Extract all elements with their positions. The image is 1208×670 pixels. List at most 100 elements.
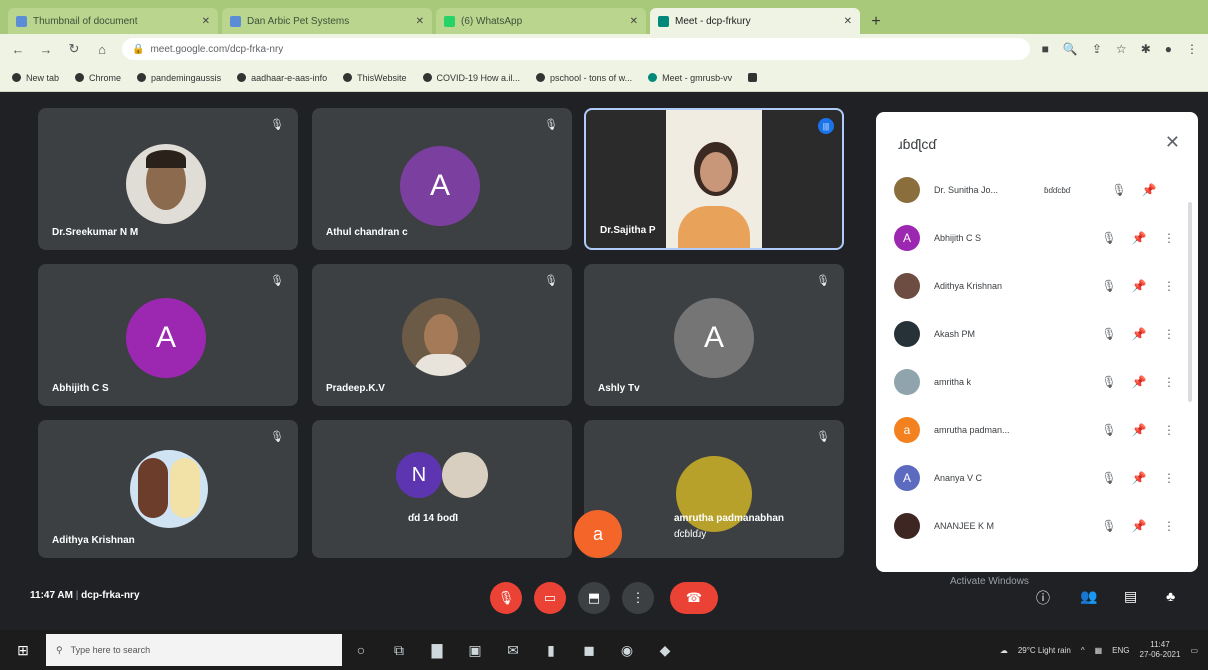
people-icon[interactable]: 👥	[1080, 588, 1097, 605]
store-icon[interactable]: ▣	[456, 642, 494, 659]
participant-row[interactable]: A Ananya V C 🎙 📌 ⋮	[894, 456, 1184, 500]
bookmark[interactable]: Chrome	[75, 73, 121, 83]
tray-chevron-icon[interactable]: ^	[1081, 646, 1085, 655]
tab-close-icon[interactable]: ✕	[844, 16, 852, 27]
pin-icon[interactable]: 📌	[1124, 423, 1154, 437]
extensions-icon[interactable]: ✱	[1141, 42, 1151, 56]
share-icon[interactable]: ⇪	[1092, 42, 1102, 56]
pin-icon[interactable]: 📌	[1124, 519, 1154, 533]
participant-tile[interactable]: 🎙 A Ashly Tv	[584, 264, 844, 406]
language-indicator[interactable]: ENG	[1112, 646, 1129, 655]
pin-icon[interactable]: 📌	[1134, 183, 1164, 197]
forward-icon[interactable]: →	[38, 42, 54, 57]
present-button[interactable]: ⬒	[578, 582, 610, 614]
participant-row[interactable]: A Abhijith C S 🎙 📌 ⋮	[894, 216, 1184, 260]
participant-row[interactable]: ANANJEE K M 🎙 📌 ⋮	[894, 504, 1184, 548]
participant-row[interactable]: Dr. Sunitha Jo... ɓɗɗcɓɗ 🎙 📌	[894, 168, 1184, 212]
more-options-icon[interactable]: ⋮	[1154, 519, 1184, 533]
participant-tile[interactable]: 🎙 Dr.Sreekumar N M	[38, 108, 298, 250]
bookmark-extra-icon[interactable]	[748, 73, 758, 82]
participant-tile-group[interactable]: N ɗd 14 ɓoɗI	[312, 420, 572, 558]
participant-tile-video[interactable]: ||| Dr.Sajitha P	[584, 108, 844, 250]
app-icon[interactable]: ◆	[646, 642, 684, 659]
pin-icon[interactable]: 📌	[1124, 327, 1154, 341]
tab-3[interactable]: Meet - dcp-frkury ✕	[650, 8, 860, 34]
participant-row[interactable]: Adithya Krishnan 🎙 📌 ⋮	[894, 264, 1184, 308]
pin-icon[interactable]: 📌	[1124, 231, 1154, 245]
back-icon[interactable]: ←	[10, 42, 26, 57]
bookmark[interactable]: aadhaar-e-aas-info	[237, 73, 327, 83]
bookmark[interactable]: pschool - tons of w...	[536, 73, 632, 83]
bookmark[interactable]: COVID-19 How a.il...	[422, 73, 520, 83]
info-icon[interactable]: ⓘ	[1036, 588, 1050, 608]
notifications-icon[interactable]: ▭	[1190, 646, 1198, 655]
tab-close-icon[interactable]: ✕	[416, 16, 424, 27]
scrollbar[interactable]	[1188, 202, 1192, 402]
file-explorer-icon[interactable]: ▇	[418, 642, 456, 659]
more-options-icon[interactable]: ⋮	[1154, 423, 1184, 437]
pin-icon[interactable]: 📌	[1124, 375, 1154, 389]
mail-icon[interactable]: ✉	[494, 642, 532, 659]
mic-off-icon[interactable]: 🎙	[1094, 375, 1124, 389]
mic-off-icon[interactable]: 🎙	[1094, 231, 1124, 245]
leave-call-button[interactable]: ☎	[670, 582, 718, 614]
bookmark[interactable]: ThisWebsite	[343, 73, 407, 83]
zoom-icon[interactable]: 🔍	[1063, 42, 1078, 56]
home-icon[interactable]: ⌂	[94, 42, 110, 57]
bookmark[interactable]: New tab	[12, 73, 59, 83]
mic-off-icon[interactable]: 🎙	[1094, 471, 1124, 485]
tab-1[interactable]: Dan Arbic Pet Systems ✕	[222, 8, 432, 34]
more-options-icon[interactable]: ⋮	[1154, 375, 1184, 389]
cortana-icon[interactable]: ○	[342, 642, 380, 658]
clock[interactable]: 11:47 27-06-2021	[1140, 640, 1181, 660]
tab-close-icon[interactable]: ✕	[630, 16, 638, 27]
tab-2[interactable]: (6) WhatsApp ✕	[436, 8, 646, 34]
camera-icon[interactable]: ■	[1042, 42, 1049, 56]
mic-off-icon[interactable]: 🎙	[1094, 519, 1124, 533]
profile-icon[interactable]: ●	[1165, 42, 1172, 56]
new-tab-button[interactable]: +	[864, 10, 888, 34]
reload-icon[interactable]: ↻	[66, 41, 82, 57]
camera-toggle-button[interactable]: ▭	[534, 582, 566, 614]
taskbar-search-input[interactable]: ⚲ Type here to search	[46, 634, 342, 666]
participant-tile[interactable]: 🎙 Adithya Krishnan	[38, 420, 298, 558]
mic-toggle-button[interactable]: 🎙	[490, 582, 522, 614]
pin-icon[interactable]: 📌	[1124, 279, 1154, 293]
pin-icon[interactable]: 📌	[1124, 471, 1154, 485]
chrome-icon[interactable]: ◉	[608, 642, 646, 659]
participant-tile[interactable]: 🎙 amrutha padmanabhan ɗcɓlɗɹy	[584, 420, 844, 558]
more-options-icon[interactable]: ⋮	[1154, 231, 1184, 245]
menu-icon[interactable]: ⋮	[1186, 42, 1198, 56]
network-icon[interactable]: ▦	[1095, 646, 1103, 655]
app-icon[interactable]: ◼	[570, 642, 608, 659]
more-options-icon[interactable]: ⋮	[1154, 471, 1184, 485]
chat-icon[interactable]: ▤	[1124, 588, 1137, 605]
mic-off-icon[interactable]: 🎙	[1094, 423, 1124, 437]
bookmark[interactable]: pandemingaussis	[137, 73, 221, 83]
task-view-icon[interactable]: ⧉	[380, 642, 418, 659]
participant-row[interactable]: a amrutha padman... 🎙 📌 ⋮	[894, 408, 1184, 452]
address-bar[interactable]: 🔒 meet.google.com/dcp-frka-nry	[122, 38, 1030, 60]
activities-icon[interactable]: ♣	[1166, 588, 1175, 604]
close-icon[interactable]: ✕	[1165, 132, 1180, 153]
windows-start-icon[interactable]: ⊞	[0, 642, 46, 659]
star-icon[interactable]: ☆	[1116, 42, 1127, 56]
video-feed	[666, 110, 762, 248]
app-icon[interactable]: ▮	[532, 642, 570, 659]
mic-off-icon[interactable]: 🎙	[1104, 183, 1134, 197]
bookmark[interactable]: Meet - gmrusb-vv	[648, 73, 732, 83]
mic-off-icon[interactable]: 🎙	[1094, 279, 1124, 293]
more-options-button[interactable]: ⋮	[622, 582, 654, 614]
self-view-avatar[interactable]: a	[574, 510, 622, 558]
tab-0[interactable]: Thumbnail of document ✕	[8, 8, 218, 34]
participant-row[interactable]: Akash PM 🎙 📌 ⋮	[894, 312, 1184, 356]
participant-tile[interactable]: 🎙 A Athul chandran c	[312, 108, 572, 250]
mic-off-icon[interactable]: 🎙	[1094, 327, 1124, 341]
weather-text[interactable]: 29°C Light rain	[1018, 646, 1071, 655]
more-options-icon[interactable]: ⋮	[1154, 327, 1184, 341]
participant-row[interactable]: amritha k 🎙 📌 ⋮	[894, 360, 1184, 404]
tab-close-icon[interactable]: ✕	[202, 16, 210, 27]
participant-tile[interactable]: 🎙 A Abhijith C S	[38, 264, 298, 406]
more-options-icon[interactable]: ⋮	[1154, 279, 1184, 293]
participant-tile[interactable]: 🎙 Pradeep.K.V	[312, 264, 572, 406]
